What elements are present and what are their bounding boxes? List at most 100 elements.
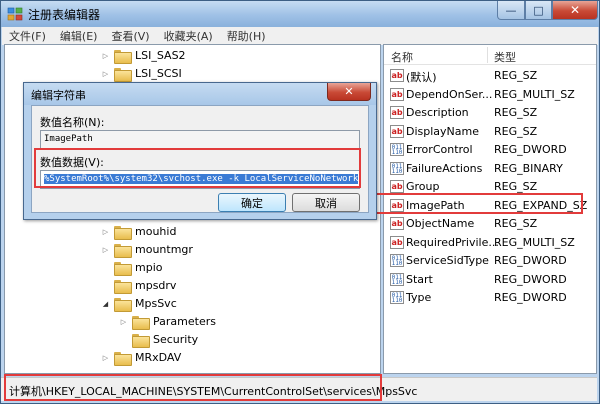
value-name: (默认) [406,71,437,84]
expand-arrow-icon[interactable]: ▷ [101,246,110,254]
minimize-button[interactable]: — [497,1,525,20]
tree-item[interactable]: ▷ MRxDAV [101,349,181,366]
folder-icon [114,67,132,82]
tree-item[interactable]: mpio [101,259,162,276]
value-name: DependOnSer... [406,87,493,101]
dialog-close-button[interactable]: ✕ [327,83,371,101]
value-type: REG_DWORD [494,291,567,304]
close-button[interactable]: ✕ [552,1,598,20]
column-header-type[interactable]: 类型 [494,49,516,65]
value-type: REG_DWORD [494,254,567,267]
expand-arrow-icon[interactable]: ▷ [101,228,110,236]
folder-icon [132,333,150,348]
binary-value-icon: 011 110 [390,272,404,286]
open-folder-icon [114,297,132,312]
menu-file[interactable]: 文件(F) [2,28,53,44]
tree-item[interactable]: ▷ Parameters [119,313,216,330]
tree-item[interactable]: ▷ LSI_SCSI [101,65,182,82]
tree-item[interactable]: ▷ LSI_SAS2 [101,47,186,64]
tree-item[interactable]: ▷ mountmgr [101,241,193,258]
folder-icon [114,49,132,64]
value-name: ErrorControl [406,143,473,156]
string-value-icon: ab [390,87,404,101]
menu-bar: 文件(F) 编辑(E) 查看(V) 收藏夹(A) 帮助(H) [2,27,598,45]
value-type: REG_DWORD [494,143,567,156]
string-value-icon: ab [390,106,404,119]
maximize-icon: □ [533,3,544,17]
maximize-button[interactable]: □ [525,1,552,20]
value-row[interactable]: ab DependOnSer... REG_MULTI_SZ [384,86,596,104]
tree-item-label: Security [153,333,199,346]
tree-item-label: LSI_SAS2 [135,49,186,62]
value-type: REG_MULTI_SZ [494,235,575,249]
expand-arrow-icon[interactable]: ▷ [101,70,110,78]
string-value-icon: ab [390,180,404,193]
value-type: REG_SZ [494,124,538,138]
column-header-name[interactable]: 名称 [391,49,413,65]
value-row[interactable]: 011 110 ServiceSidType REG_DWORD [384,252,596,270]
title-bar[interactable]: 注册表编辑器 — □ ✕ [1,1,599,27]
value-row[interactable]: 011 110 ErrorControl REG_DWORD [384,141,596,159]
tree-item-label: mountmgr [135,243,193,256]
expand-arrow-icon[interactable]: ▷ [119,318,128,326]
string-value-icon: ab [390,124,404,138]
tree-item[interactable]: mpsdrv [101,277,176,294]
value-row[interactable]: ab (默认) REG_SZ [384,67,596,85]
value-type: REG_DWORD [494,272,567,286]
value-row[interactable]: ab ObjectName REG_SZ [384,215,596,233]
value-row[interactable]: ab RequiredPrivile... REG_MULTI_SZ [384,234,596,252]
value-row[interactable]: 011 110 Type REG_DWORD [384,289,596,307]
folder-icon [114,261,132,276]
list-header: 名称 类型 [384,45,596,65]
close-icon: ✕ [569,3,581,17]
column-divider[interactable] [487,47,488,63]
tree-item[interactable]: Security [119,331,198,348]
tree-item-label: MpsSvc [135,297,177,310]
value-name: Start [406,272,433,286]
value-name: Description [406,106,469,119]
value-name-text: ImagePath [44,134,93,144]
value-name: RequiredPrivile... [406,235,499,249]
tree-item-label: mouhid [135,225,177,238]
value-name: Group [406,180,440,193]
tree-item-mpssvc[interactable]: ◢ MpsSvc [101,295,177,312]
value-row[interactable]: 011 110 FailureActions REG_BINARY [384,160,596,178]
value-name-field[interactable]: ImagePath [40,130,360,149]
registry-app-icon [7,7,23,21]
value-type: REG_SZ [494,217,538,230]
ok-button[interactable]: 确定 [218,193,286,212]
value-row[interactable]: ab DisplayName REG_SZ [384,123,596,141]
value-type: REG_SZ [494,180,538,193]
value-name: ServiceSidType [406,254,489,267]
value-name: FailureActions [406,161,483,175]
value-type: REG_SZ [494,106,538,119]
menu-view[interactable]: 查看(V) [104,28,156,44]
tree-item-label: mpsdrv [135,279,177,292]
menu-help[interactable]: 帮助(H) [220,28,273,44]
path-highlight-box [4,374,382,401]
value-row[interactable]: ab Description REG_SZ [384,104,596,122]
value-type: REG_SZ [494,69,538,82]
value-type: REG_BINARY [494,161,563,175]
window-title: 注册表编辑器 [28,8,101,22]
expand-arrow-icon[interactable]: ▷ [101,52,110,60]
folder-icon [114,279,132,294]
value-row[interactable]: 011 110 Start REG_DWORD [384,271,596,289]
cancel-button-label: 取消 [315,196,337,210]
cancel-button[interactable]: 取消 [292,193,360,212]
string-value-icon: ab [390,235,404,249]
value-name: Type [406,291,432,304]
ok-button-label: 确定 [241,196,263,210]
minimize-icon: — [505,3,517,17]
folder-icon [132,315,150,330]
menu-edit[interactable]: 编辑(E) [53,28,105,44]
folder-icon [114,351,132,366]
expand-arrow-icon[interactable]: ▷ [101,354,110,362]
tree-item[interactable]: ▷ mouhid [101,223,176,240]
menu-favorites[interactable]: 收藏夹(A) [157,28,220,44]
binary-value-icon: 011 110 [390,254,404,267]
collapse-arrow-icon[interactable]: ◢ [101,300,110,308]
imagepath-highlight-box [375,193,583,214]
value-name: ObjectName [406,217,475,230]
dialog-title: 编辑字符串 [31,89,86,102]
